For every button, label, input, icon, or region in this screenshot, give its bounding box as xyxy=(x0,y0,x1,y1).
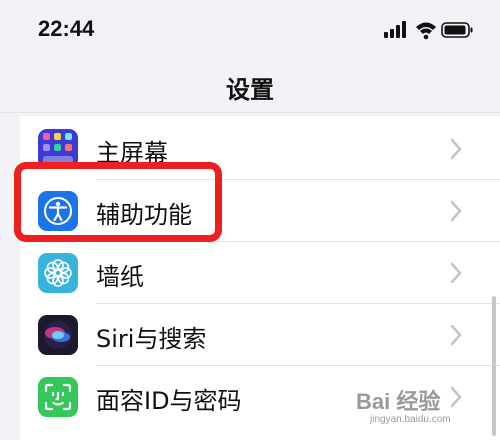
settings-row-siri[interactable]: Siri与搜索 xyxy=(20,304,500,366)
siri-icon xyxy=(38,315,78,355)
scrollbar[interactable] xyxy=(492,296,496,436)
chevron-right-icon xyxy=(450,262,462,284)
settings-row-label: Siri与搜索 xyxy=(96,325,207,353)
settings-row-wallpaper[interactable]: 墙纸 xyxy=(20,242,500,304)
highlight-annotation-box xyxy=(14,162,222,242)
face-id-icon xyxy=(38,377,78,417)
watermark-brand: Bai 经验 xyxy=(356,389,441,414)
chevron-right-icon xyxy=(450,200,462,222)
watermark-url: jingyan.baidu.com xyxy=(370,414,451,425)
chevron-right-icon xyxy=(450,138,462,160)
wifi-icon xyxy=(416,22,436,40)
status-icons xyxy=(384,21,473,40)
header-divider xyxy=(0,112,500,113)
settings-row-label: 面容ID与密码 xyxy=(96,387,242,415)
chevron-right-icon xyxy=(450,324,462,346)
page-title: 设置 xyxy=(226,76,274,104)
wallpaper-icon xyxy=(38,253,78,293)
status-bar: 22:44 xyxy=(0,0,500,60)
status-time: 22:44 xyxy=(38,16,95,41)
cellular-signal-icon xyxy=(384,21,406,38)
settings-row-label: 墙纸 xyxy=(96,263,144,291)
battery-icon xyxy=(441,22,473,38)
watermark: Bai 经验 jingyan.baidu.com xyxy=(352,384,492,432)
